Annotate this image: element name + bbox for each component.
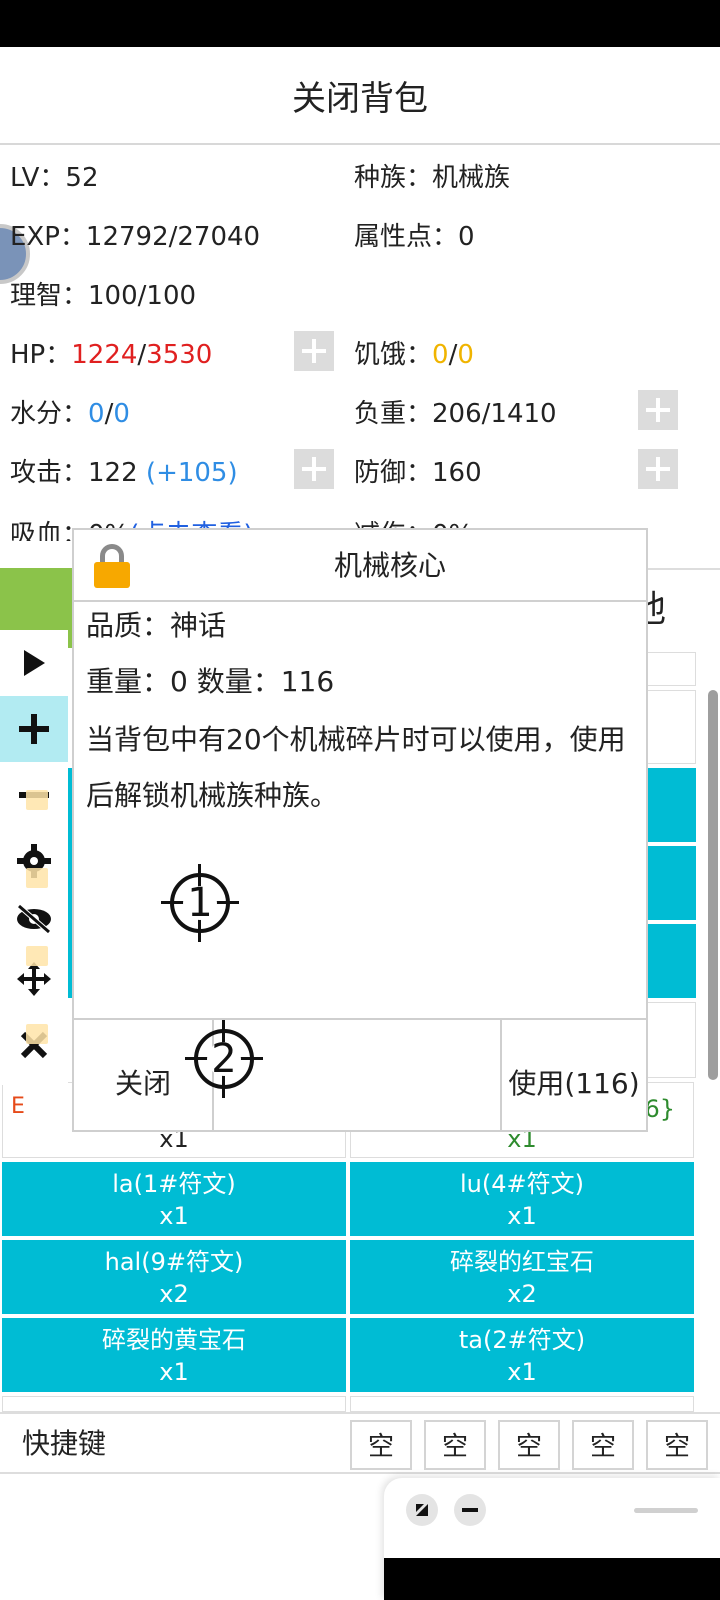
zoom-in-icon[interactable]: [0, 696, 68, 762]
list-item[interactable]: la(1#符文) x1: [2, 1162, 346, 1236]
shortcut-bar: 快捷键 空 空 空 空 空: [0, 1412, 720, 1474]
list-item[interactable]: ta(2#符文) x1: [350, 1318, 694, 1392]
scrollbar[interactable]: [708, 690, 718, 1080]
lock-icon: [26, 946, 48, 966]
stat-hp: HP：1224/3530: [10, 340, 213, 370]
floating-window-content: [384, 1558, 720, 1600]
dialog-header: 机械核心: [74, 530, 646, 602]
stat-water: 水分：0/0: [10, 399, 130, 429]
close-bag-button[interactable]: 关闭背包: [0, 47, 720, 145]
list-item[interactable]: [350, 1396, 694, 1412]
stat-attack: 攻击：122 (+105): [10, 458, 238, 488]
dialog-footer: 关闭 使用(116): [74, 1018, 646, 1132]
lock-icon: [26, 868, 48, 888]
shortcut-slot-2[interactable]: 空: [424, 1420, 486, 1470]
status-bar: [0, 0, 720, 47]
shortcut-slot-3[interactable]: 空: [498, 1420, 560, 1470]
shortcut-label: 快捷键: [22, 1427, 107, 1460]
list-item[interactable]: hal(9#符文) x2: [2, 1240, 346, 1314]
target-marker-1: 1: [161, 864, 239, 942]
floating-window-panel: [384, 1478, 720, 1600]
add-attack-button[interactable]: [294, 449, 334, 489]
stat-race: 种族：机械族: [354, 163, 511, 193]
stat-lv: LV：52: [10, 163, 99, 193]
shortcut-slot-4[interactable]: 空: [572, 1420, 634, 1470]
play-icon[interactable]: [0, 630, 68, 696]
resize-icon[interactable]: [406, 1494, 438, 1526]
page-title: 关闭背包: [292, 78, 428, 119]
use-button[interactable]: 使用(116): [500, 1020, 646, 1132]
minimize-icon[interactable]: [454, 1494, 486, 1526]
stat-attribute-points: 属性点：0: [354, 222, 475, 252]
list-item[interactable]: lu(4#符文) x1: [350, 1162, 694, 1236]
floating-toolbar: [0, 630, 68, 1085]
drag-handle[interactable]: [634, 1508, 698, 1513]
lock-icon: [26, 790, 48, 810]
add-defense-button[interactable]: [638, 449, 678, 489]
target-marker-2: 2: [185, 1020, 263, 1098]
list-item[interactable]: [2, 1396, 346, 1412]
stat-hunger: 饥饿：0/0: [354, 340, 474, 370]
stat-defense: 防御：160: [354, 458, 482, 488]
stat-load: 负重：206/1410: [354, 399, 557, 429]
dialog-title: 机械核心: [333, 549, 446, 582]
item-weight-count: 重量：0 数量：116: [86, 665, 335, 698]
item-description: 当背包中有20个机械碎片时可以使用，使用后解锁机械族种族。: [86, 723, 626, 812]
item-quality: 品质：神话: [86, 609, 227, 642]
shortcut-slot-5[interactable]: 空: [646, 1420, 708, 1470]
lock-icon: [26, 1024, 48, 1044]
eye-off-icon[interactable]: [0, 886, 68, 952]
item-tag: E: [11, 1094, 25, 1119]
item-detail-dialog: 机械核心 品质：神话 重量：0 数量：116 当背包中有20个机械碎片时可以使用…: [72, 528, 648, 1132]
add-load-button[interactable]: [638, 390, 678, 430]
stat-sanity: 理智：100/100: [10, 281, 197, 311]
list-item[interactable]: 碎裂的红宝石 x2: [350, 1240, 694, 1314]
stat-exp: EXP：12792/27040: [10, 222, 261, 252]
list-item[interactable]: 碎裂的黄宝石 x1: [2, 1318, 346, 1392]
add-hp-button[interactable]: [294, 331, 334, 371]
close-icon[interactable]: [0, 1012, 68, 1078]
shortcut-slot-1[interactable]: 空: [350, 1420, 412, 1470]
